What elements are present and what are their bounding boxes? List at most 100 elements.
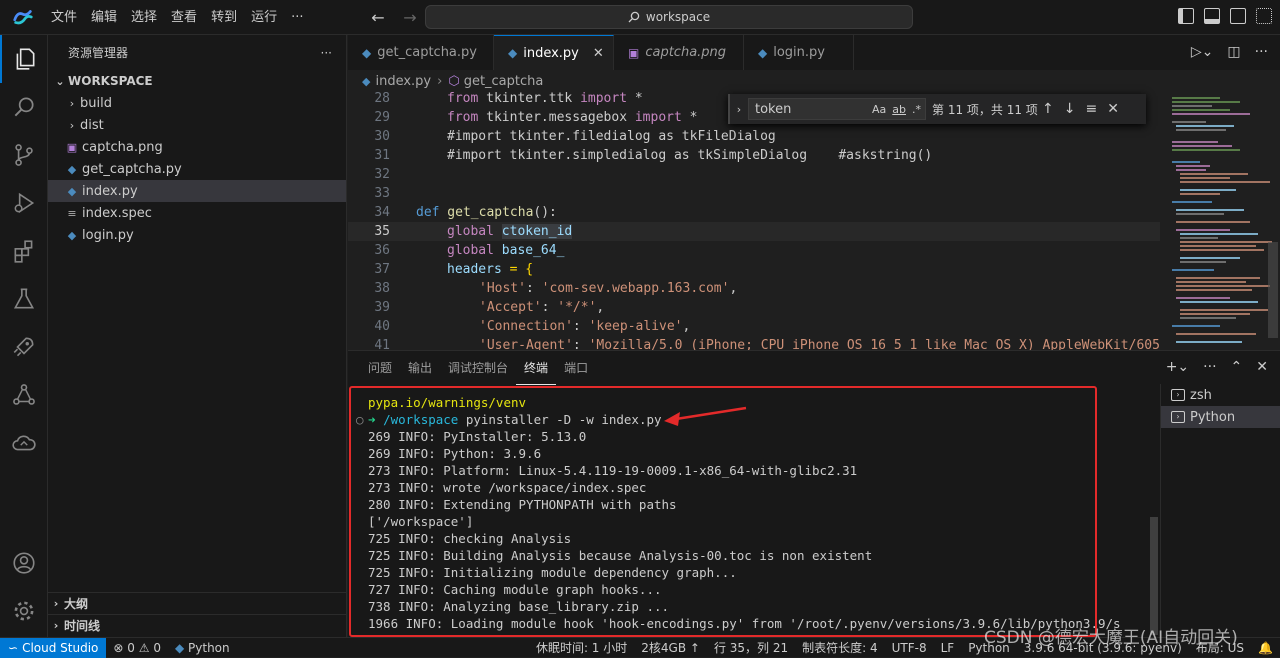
line-number: 38: [374, 281, 390, 296]
match-whole-word-toggle[interactable]: ab: [892, 103, 906, 116]
code-line: 37 headers = {: [348, 260, 1160, 279]
tree-item-index-spec[interactable]: ≡ index.spec: [48, 202, 346, 224]
explorer-icon[interactable]: [0, 35, 48, 83]
maximize-panel-chevron-up-icon[interactable]: ⌃: [1231, 359, 1243, 375]
command-center-search[interactable]: workspace: [425, 5, 913, 29]
code-comment: #import tkinter.filedialog as tkFileDial…: [447, 129, 776, 144]
extensions-icon[interactable]: [0, 227, 48, 275]
cloud-icon[interactable]: [0, 419, 48, 467]
more-actions-icon[interactable]: ···: [1255, 44, 1268, 60]
workspace-section-header[interactable]: ⌄ WORKSPACE: [48, 70, 346, 92]
next-match-arrow-icon[interactable]: ↓: [1064, 101, 1076, 117]
timeline-section-header[interactable]: › 时间线: [48, 614, 347, 636]
sleep-time-status[interactable]: 休眠时间: 1 小时: [529, 639, 634, 656]
breadcrumb-symbol[interactable]: get_captcha: [464, 74, 544, 89]
indentation-status[interactable]: 制表符长度: 4: [795, 639, 885, 656]
more-actions-icon[interactable]: ···: [1203, 359, 1216, 375]
text-file-icon: ≡: [67, 206, 77, 220]
machine-spec-status[interactable]: 2核4GB ↑: [634, 639, 707, 656]
problems-status[interactable]: ⊗ 0 ⚠ 0: [106, 641, 168, 655]
previous-match-arrow-icon[interactable]: ↑: [1042, 101, 1054, 117]
match-case-toggle[interactable]: Aa: [872, 103, 886, 116]
tab-label: login.py: [773, 45, 825, 60]
python-file-icon: ◆: [67, 184, 77, 198]
minimap[interactable]: [1160, 92, 1280, 350]
source-control-icon[interactable]: [0, 131, 48, 179]
code-token: ():: [533, 205, 557, 220]
remote-indicator[interactable]: ∽ Cloud Studio: [0, 637, 107, 658]
tree-item-login-py[interactable]: ◆ login.py: [48, 224, 346, 246]
terminal-item-zsh[interactable]: › zsh: [1161, 384, 1280, 406]
terminal-icon: ›: [1171, 389, 1185, 401]
tree-item-captcha-png[interactable]: ▣ captcha.png: [48, 136, 346, 158]
cursor-position-status[interactable]: 行 35，列 21: [707, 639, 795, 656]
forward-arrow-icon[interactable]: →: [398, 6, 422, 28]
tree-item-dist[interactable]: › dist: [48, 114, 346, 136]
close-icon[interactable]: ✕: [593, 46, 604, 61]
tab-ports[interactable]: 端口: [556, 351, 596, 385]
tree-item-label: get_captcha.py: [82, 161, 182, 177]
tab-terminal[interactable]: 终端: [516, 351, 557, 385]
tab-debug-console[interactable]: 调试控制台: [440, 351, 516, 385]
tab-login-py[interactable]: ◆ login.py: [744, 35, 854, 70]
menu-more[interactable]: ···: [284, 0, 310, 35]
toggle-sidebar-icon[interactable]: [1178, 8, 1194, 24]
terminal-scrollbar[interactable]: [1150, 517, 1158, 635]
close-icon[interactable]: ✕: [1107, 101, 1119, 117]
account-icon[interactable]: [0, 539, 48, 587]
line-number: 40: [374, 319, 390, 334]
toggle-panel-icon[interactable]: [1204, 8, 1220, 24]
code-editor[interactable]: 28 from tkinter.ttk import * 29 from tkint…: [348, 92, 1160, 350]
tab-captcha-png[interactable]: ▣ captcha.png: [614, 35, 744, 70]
menu-edit[interactable]: 编辑: [84, 0, 124, 35]
menu-selection[interactable]: 选择: [124, 0, 164, 35]
language-status-left[interactable]: ◆ Python: [168, 641, 237, 655]
deploy-rocket-icon[interactable]: [0, 323, 48, 371]
back-arrow-icon[interactable]: ←: [366, 6, 390, 28]
toggle-replace-chevron-icon[interactable]: ›: [730, 103, 748, 116]
testing-icon[interactable]: [0, 275, 48, 323]
customize-layout-icon[interactable]: [1256, 8, 1272, 24]
tree-item-index-py[interactable]: ◆ index.py: [48, 180, 346, 202]
breadcrumb-file[interactable]: index.py: [375, 74, 431, 89]
menu-view[interactable]: 查看: [164, 0, 204, 35]
code-token: ,: [729, 281, 738, 296]
menu-go[interactable]: 转到: [204, 0, 244, 35]
toggle-secondary-sidebar-icon[interactable]: [1230, 8, 1246, 24]
new-terminal-plus-icon[interactable]: +⌄: [1166, 359, 1189, 375]
line-number: 33: [374, 186, 390, 201]
outline-section-header[interactable]: › 大纲: [48, 592, 347, 614]
terminal-item-python[interactable]: › Python: [1161, 406, 1280, 428]
find-input[interactable]: token Aa ab .*: [748, 98, 926, 120]
python-icon: ◆: [174, 640, 185, 655]
tree-item-get-captcha-py[interactable]: ◆ get_captcha.py: [48, 158, 346, 180]
outline-label: 大纲: [64, 597, 89, 611]
explorer-more-button[interactable]: ···: [321, 46, 332, 60]
close-icon[interactable]: ✕: [1256, 359, 1268, 375]
code-token: '*/*': [557, 300, 597, 315]
code-token: 'Connection': [479, 319, 573, 334]
encoding-status[interactable]: UTF-8: [885, 641, 934, 655]
settings-gear-icon[interactable]: [0, 587, 48, 635]
code-line: 31 #import tkinter.simpledialog as tkSimp…: [348, 146, 1160, 165]
tab-index-py[interactable]: ◆ index.py ✕: [494, 35, 614, 70]
tree-item-build[interactable]: › build: [48, 92, 346, 114]
run-debug-icon[interactable]: [0, 179, 48, 227]
code-line: 32: [348, 165, 1160, 184]
code-line: 39 'Accept': '*/*',: [348, 298, 1160, 317]
code-token: ,: [596, 300, 605, 315]
run-python-file-icon[interactable]: ▷⌄: [1191, 44, 1214, 60]
eol-status[interactable]: LF: [934, 641, 962, 655]
share-network-icon[interactable]: [0, 371, 48, 419]
find-in-selection-icon[interactable]: ≡: [1085, 101, 1097, 117]
menu-run[interactable]: 运行: [244, 0, 284, 35]
use-regex-toggle[interactable]: .*: [912, 103, 921, 116]
tab-problems[interactable]: 问题: [360, 351, 400, 385]
tab-output[interactable]: 输出: [400, 351, 440, 385]
search-sidebar-icon[interactable]: [0, 83, 48, 131]
menu-file[interactable]: 文件: [44, 0, 84, 35]
code-token: = {: [501, 262, 534, 277]
split-editor-icon[interactable]: ◫: [1227, 44, 1240, 60]
tab-get-captcha-py[interactable]: ◆ get_captcha.py: [348, 35, 494, 70]
notifications-bell-icon[interactable]: 🔔: [1251, 641, 1280, 655]
